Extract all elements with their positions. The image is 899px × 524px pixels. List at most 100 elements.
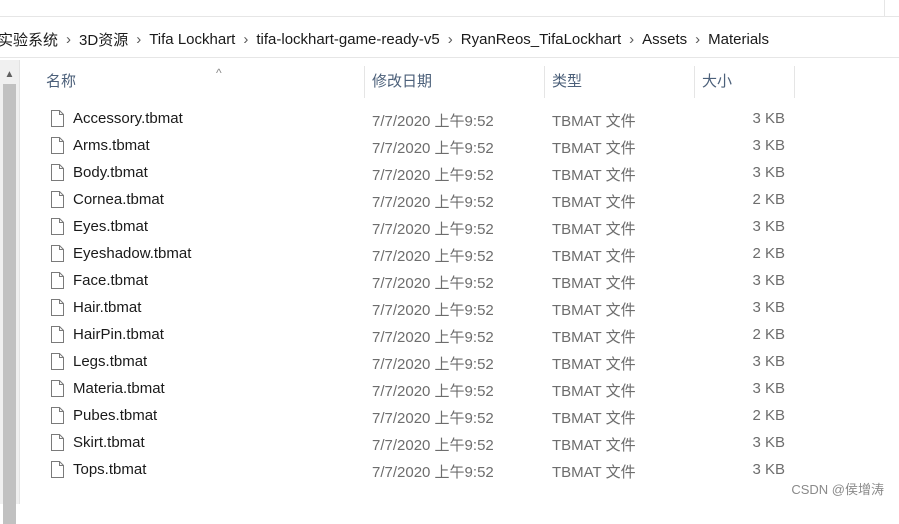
file-modified-date: 7/7/2020 上午9:52 [372, 410, 494, 427]
file-name: Eyeshadow.tbmat [73, 245, 192, 262]
file-type: TBMAT 文件 [552, 329, 636, 346]
column-header-name-label: 名称 [46, 73, 77, 90]
file-name: Arms.tbmat [73, 137, 150, 154]
file-modified-date: 7/7/2020 上午9:52 [372, 113, 494, 130]
file-modified-date: 7/7/2020 上午9:52 [372, 383, 494, 400]
file-size: 2 KB [752, 407, 785, 424]
breadcrumb-label: 实验系统 [0, 31, 59, 49]
breadcrumb-chevron-icon[interactable]: › [446, 31, 455, 48]
column-divider[interactable] [364, 66, 365, 98]
file-modified-date: 7/7/2020 上午9:52 [372, 248, 494, 265]
file-size: 3 KB [752, 434, 785, 451]
column-header-name[interactable]: 名称 ^ [40, 60, 364, 98]
file-name: Pubes.tbmat [73, 407, 158, 424]
file-row[interactable]: Body.tbmat 7/7/2020 上午9:52 TBMAT 文件 3 KB [20, 160, 899, 187]
file-type: TBMAT 文件 [552, 275, 636, 292]
file-name: Accessory.tbmat [73, 110, 183, 127]
address-bar[interactable]: 实验系统 › 3D资源 › Tifa Lockhart › tifa-lockhart-ga… [0, 21, 899, 58]
column-header-date[interactable]: 修改日期 [366, 60, 544, 98]
breadcrumb-chevron-icon[interactable]: › [627, 31, 636, 48]
ribbon-corner [884, 0, 899, 16]
file-list: Accessory.tbmat 7/7/2020 上午9:52 TBMAT 文件 3 … [20, 106, 899, 484]
blank-file-icon [51, 353, 64, 370]
file-modified-date: 7/7/2020 上午9:52 [372, 167, 494, 184]
file-type: TBMAT 文件 [552, 356, 636, 373]
blank-file-icon [51, 434, 64, 451]
file-name: Face.tbmat [73, 272, 149, 289]
file-name: Materia.tbmat [73, 380, 165, 397]
blank-file-icon [51, 326, 64, 343]
file-type: TBMAT 文件 [552, 464, 636, 481]
file-type: TBMAT 文件 [552, 167, 636, 184]
column-divider[interactable] [794, 66, 795, 98]
breadcrumb-label: RyanReos_TifaLockhart [460, 30, 622, 48]
blank-file-icon [51, 272, 64, 289]
scrollbar-thumb[interactable] [3, 84, 16, 524]
breadcrumb-item[interactable]: 3D资源 [73, 29, 134, 50]
file-row[interactable]: Tops.tbmat 7/7/2020 上午9:52 TBMAT 文件 3 KB [20, 457, 899, 484]
file-row[interactable]: Skirt.tbmat 7/7/2020 上午9:52 TBMAT 文件 3 KB [20, 430, 899, 457]
breadcrumb-label: Assets [642, 30, 688, 48]
blank-file-icon [51, 218, 64, 235]
file-row[interactable]: Face.tbmat 7/7/2020 上午9:52 TBMAT 文件 3 KB [20, 268, 899, 295]
breadcrumb-chevron-icon[interactable]: › [134, 31, 143, 48]
file-modified-date: 7/7/2020 上午9:52 [372, 356, 494, 373]
file-size: 2 KB [752, 191, 785, 208]
file-size: 3 KB [752, 110, 785, 127]
blank-file-icon [51, 299, 64, 316]
scroll-up-icon[interactable]: ▲ [3, 68, 16, 81]
file-name: Cornea.tbmat [73, 191, 164, 208]
breadcrumb-item[interactable]: Assets [636, 31, 693, 48]
breadcrumb-item[interactable]: Materials [702, 31, 775, 48]
breadcrumb-chevron-icon[interactable]: › [693, 31, 702, 48]
file-row[interactable]: Cornea.tbmat 7/7/2020 上午9:52 TBMAT 文件 2 KB [20, 187, 899, 214]
file-modified-date: 7/7/2020 上午9:52 [372, 329, 494, 346]
navigation-pane-scrollbar[interactable]: ▲ [0, 60, 20, 524]
file-name: Body.tbmat [73, 164, 148, 181]
breadcrumb-chevron-icon[interactable]: › [64, 31, 73, 48]
file-size: 3 KB [752, 299, 785, 316]
file-name: Tops.tbmat [73, 461, 147, 478]
file-type: TBMAT 文件 [552, 248, 636, 265]
column-header-row: 名称 ^ 修改日期 类型 大小 [20, 60, 899, 98]
file-name: Hair.tbmat [73, 299, 142, 316]
breadcrumb-item[interactable]: RyanReos_TifaLockhart [455, 31, 627, 48]
file-row[interactable]: Arms.tbmat 7/7/2020 上午9:52 TBMAT 文件 3 KB [20, 133, 899, 160]
file-name: HairPin.tbmat [73, 326, 164, 343]
file-row[interactable]: HairPin.tbmat 7/7/2020 上午9:52 TBMAT 文件 2 KB [20, 322, 899, 349]
file-modified-date: 7/7/2020 上午9:52 [372, 464, 494, 481]
file-type: TBMAT 文件 [552, 221, 636, 238]
file-size: 3 KB [752, 461, 785, 478]
column-header-size[interactable]: 大小 [696, 60, 794, 98]
file-size: 3 KB [752, 272, 785, 289]
file-row[interactable]: Accessory.tbmat 7/7/2020 上午9:52 TBMAT 文件 3 … [20, 106, 899, 133]
file-row[interactable]: Eyes.tbmat 7/7/2020 上午9:52 TBMAT 文件 3 KB [20, 214, 899, 241]
file-modified-date: 7/7/2020 上午9:52 [372, 275, 494, 292]
file-row[interactable]: Eyeshadow.tbmat 7/7/2020 上午9:52 TBMAT 文件 2 … [20, 241, 899, 268]
file-row[interactable]: Hair.tbmat 7/7/2020 上午9:52 TBMAT 文件 3 KB [20, 295, 899, 322]
breadcrumb-item[interactable]: Tifa Lockhart [143, 31, 241, 48]
file-row[interactable]: Materia.tbmat 7/7/2020 上午9:52 TBMAT 文件 3 KB [20, 376, 899, 403]
breadcrumb-item[interactable]: 实验系统 [0, 29, 64, 50]
file-modified-date: 7/7/2020 上午9:52 [372, 302, 494, 319]
column-header-size-label: 大小 [702, 73, 733, 90]
file-row[interactable]: Legs.tbmat 7/7/2020 上午9:52 TBMAT 文件 3 KB [20, 349, 899, 376]
file-name: Legs.tbmat [73, 353, 148, 370]
blank-file-icon [51, 407, 64, 424]
column-divider[interactable] [544, 66, 545, 98]
blank-file-icon [51, 380, 64, 397]
blank-file-icon [51, 110, 64, 127]
blank-file-icon [51, 461, 64, 478]
column-header-date-label: 修改日期 [372, 73, 433, 90]
column-header-type[interactable]: 类型 [546, 60, 694, 98]
file-row[interactable]: Pubes.tbmat 7/7/2020 上午9:52 TBMAT 文件 2 KB [20, 403, 899, 430]
file-size: 3 KB [752, 164, 785, 181]
breadcrumb-item[interactable]: tifa-lockhart-game-ready-v5 [250, 31, 445, 48]
breadcrumb-chevron-icon[interactable]: › [241, 31, 250, 48]
file-name: Skirt.tbmat [73, 434, 145, 451]
blank-file-icon [51, 164, 64, 181]
file-modified-date: 7/7/2020 上午9:52 [372, 437, 494, 454]
file-name: Eyes.tbmat [73, 218, 149, 235]
column-divider[interactable] [694, 66, 695, 98]
file-size: 3 KB [752, 218, 785, 235]
